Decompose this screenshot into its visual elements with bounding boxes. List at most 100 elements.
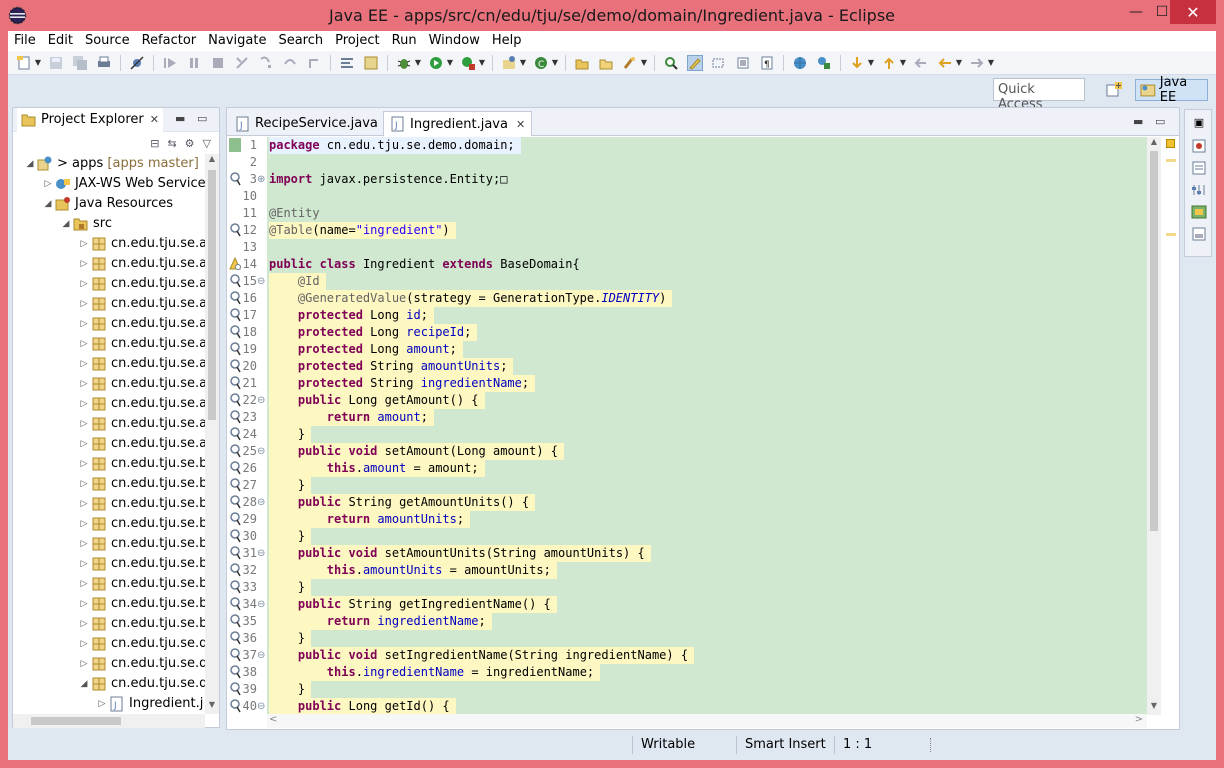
previous-annotation-icon[interactable]: [881, 55, 897, 71]
tree-item[interactable]: ▷ cn.edu.tju.se.ba: [13, 554, 205, 574]
code-line[interactable]: 3 ⊕ import javax.persistence.Entity;□: [227, 171, 1147, 188]
scroll-up-icon[interactable]: ▲: [1147, 137, 1161, 151]
close-view-icon[interactable]: ✕: [150, 113, 159, 126]
show-whitespace-icon[interactable]: [735, 55, 751, 71]
tab-ingredient-java[interactable]: J Ingredient.java ✕: [383, 111, 533, 136]
code-line[interactable]: 30 }: [227, 528, 1147, 545]
code-line[interactable]: 1 package cn.edu.tju.se.demo.domain;: [227, 137, 1147, 154]
pilcrow-icon[interactable]: ¶: [759, 55, 775, 71]
tree-item[interactable]: ▷ cn.edu.tju.se.att: [13, 274, 205, 294]
collapsed-arrow-icon[interactable]: ▷: [79, 274, 89, 294]
editor-horizontal-scrollbar[interactable]: < >: [267, 714, 1147, 728]
tree-item[interactable]: ▷ cn.edu.tju.se.de: [13, 654, 205, 674]
collapsed-arrow-icon[interactable]: ▷: [97, 694, 107, 714]
code-line[interactable]: 27 }: [227, 477, 1147, 494]
code-line[interactable]: 28 ⊖ public String getAmountUnits() {: [227, 494, 1147, 511]
minimize-button[interactable]: —: [1123, 0, 1149, 24]
code-line[interactable]: 39 }: [227, 681, 1147, 698]
tree-item[interactable]: ▷ cn.edu.tju.se.au: [13, 354, 205, 374]
new-class-icon[interactable]: C: [533, 55, 549, 71]
scroll-down-icon[interactable]: ▼: [205, 700, 219, 714]
step-over-icon[interactable]: [282, 55, 298, 71]
code-line[interactable]: 34 ⊖ public String getIngredientName() {: [227, 596, 1147, 613]
scroll-right-icon[interactable]: >: [1135, 714, 1143, 725]
new-class-dropdown-icon[interactable]: ▼: [551, 55, 559, 71]
menu-edit[interactable]: Edit: [42, 31, 79, 51]
tree-item[interactable]: ▷ cn.edu.tju.se.att: [13, 294, 205, 314]
code-line[interactable]: 40 ⊖ public Long getId() {: [227, 698, 1147, 715]
tree-item[interactable]: ▷ JAX-WS Web Services: [13, 174, 205, 194]
block-selection-icon[interactable]: [711, 55, 727, 71]
close-tab-icon[interactable]: ✕: [516, 118, 525, 131]
code-line[interactable]: 20 protected String amountUnits;: [227, 358, 1147, 375]
code-line[interactable]: 12 @Table(name="ingredient"): [227, 222, 1147, 239]
data-source-explorer-icon[interactable]: [1191, 204, 1207, 220]
back-icon[interactable]: [937, 55, 953, 71]
tree-item[interactable]: ▷ cn.edu.tju.se.att: [13, 314, 205, 334]
tab-recipeservice-java[interactable]: J RecipeService.java: [229, 111, 384, 136]
back-dropdown-icon[interactable]: ▼: [955, 55, 963, 71]
expanded-arrow-icon[interactable]: ◢: [25, 154, 35, 174]
collapse-fold-icon[interactable]: ⊖: [257, 392, 265, 409]
code-line[interactable]: 11 @Entity: [227, 205, 1147, 222]
code-line[interactable]: 29 return amountUnits;: [227, 511, 1147, 528]
code-line[interactable]: 25 ⊖ public void setAmount(Long amount) {: [227, 443, 1147, 460]
collapsed-arrow-icon[interactable]: ▷: [79, 354, 89, 374]
collapsed-arrow-icon[interactable]: ▷: [79, 314, 89, 334]
code-line[interactable]: 17 protected Long id;: [227, 307, 1147, 324]
menu-refactor[interactable]: Refactor: [136, 31, 203, 51]
code-line[interactable]: 31 ⊖ public void setAmountUnits(String am…: [227, 545, 1147, 562]
debug-icon[interactable]: [396, 55, 412, 71]
tree-item[interactable]: ▷ cn.edu.tju.se.att: [13, 334, 205, 354]
search-dropdown-icon[interactable]: ▼: [640, 55, 648, 71]
menu-source[interactable]: Source: [79, 31, 136, 51]
run-icon[interactable]: [428, 55, 444, 71]
code-line[interactable]: 23 return amount;: [227, 409, 1147, 426]
menu-help[interactable]: Help: [486, 31, 528, 51]
code-line[interactable]: 2: [227, 154, 1147, 171]
restore-icon[interactable]: ▣: [1191, 116, 1207, 132]
markers-icon[interactable]: [1191, 138, 1207, 154]
debug-dropdown-icon[interactable]: ▼: [414, 55, 422, 71]
tree-item[interactable]: ▷ cn.edu.tju.se.au: [13, 434, 205, 454]
minimize-view-icon[interactable]: ▬: [175, 112, 185, 125]
suspend-icon[interactable]: [186, 55, 202, 71]
collapsed-arrow-icon[interactable]: ▷: [79, 634, 89, 654]
collapse-fold-icon[interactable]: ⊖: [257, 494, 265, 511]
expanded-arrow-icon[interactable]: ◢: [43, 194, 53, 214]
occurrence-marker[interactable]: [1166, 233, 1176, 236]
save-all-icon[interactable]: [72, 55, 88, 71]
tree-item[interactable]: ▷ cn.edu.tju.se.ba: [13, 474, 205, 494]
resume-icon[interactable]: [162, 55, 178, 71]
tree-item[interactable]: ▷ cn.edu.tju.se.au: [13, 394, 205, 414]
maximize-view-icon[interactable]: ▭: [197, 112, 207, 125]
collapsed-arrow-icon[interactable]: ▷: [79, 594, 89, 614]
new-icon[interactable]: [16, 55, 32, 71]
warning-summary-icon[interactable]: [1166, 139, 1175, 148]
overview-ruler[interactable]: [1163, 137, 1179, 715]
collapsed-arrow-icon[interactable]: ▷: [79, 374, 89, 394]
menu-navigate[interactable]: Navigate: [202, 31, 272, 51]
tree-item[interactable]: ▷ cn.edu.tju.se.ba: [13, 574, 205, 594]
collapse-fold-icon[interactable]: ⊖: [257, 273, 265, 290]
server-icon[interactable]: [363, 55, 379, 71]
filter-icon[interactable]: ⚙: [185, 137, 195, 150]
globe-icon[interactable]: [792, 55, 808, 71]
occurrence-marker[interactable]: [1166, 159, 1176, 162]
quick-access-input[interactable]: Quick Access: [993, 78, 1085, 112]
tree-item[interactable]: ▷ cn.edu.tju.se.ba: [13, 534, 205, 554]
disconnect-icon[interactable]: [234, 55, 250, 71]
collapsed-arrow-icon[interactable]: ▷: [79, 494, 89, 514]
collapsed-arrow-icon[interactable]: ▷: [79, 294, 89, 314]
toggle-highlight-icon[interactable]: [687, 54, 703, 71]
code-editor[interactable]: 1 package cn.edu.tju.se.demo.domain; 2 3 ⊕ im…: [227, 137, 1179, 715]
terminate-icon[interactable]: [210, 55, 226, 71]
open-type-icon[interactable]: [574, 55, 590, 71]
editor-vertical-scrollbar[interactable]: ▲ ▼: [1147, 137, 1161, 715]
previous-annotation-dropdown-icon[interactable]: ▼: [899, 55, 907, 71]
collapsed-arrow-icon[interactable]: ▷: [79, 434, 89, 454]
tree-item[interactable]: ▷ cn.edu.tju.se.att: [13, 234, 205, 254]
tree-item[interactable]: ▷ cn.edu.tju.se.ba: [13, 614, 205, 634]
new-dropdown-icon[interactable]: ▼: [34, 55, 42, 71]
collapse-fold-icon[interactable]: ⊖: [257, 545, 265, 562]
